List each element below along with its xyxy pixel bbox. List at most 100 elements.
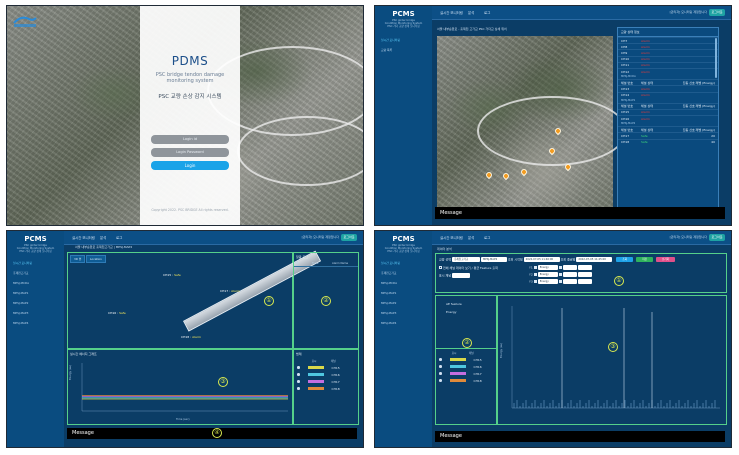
- sidebar: PCMS PSC girder bridge Condition Monitor…: [375, 6, 432, 225]
- nav-analysis[interactable]: 분석: [468, 235, 474, 240]
- bridge-select[interactable]: 홍제천고가교: [451, 257, 480, 262]
- login-id-input[interactable]: Login id: [151, 135, 229, 144]
- column-header: ID: [296, 262, 299, 265]
- channel-row[interactable]: CH18 Safe 40: [618, 138, 718, 145]
- legend-item[interactable]: CH16: [436, 363, 496, 370]
- checkbox[interactable]: [533, 279, 537, 283]
- nav-realtime[interactable]: 실시간 모니터링: [440, 235, 463, 240]
- 3d-view-region[interactable]: 3D 뷰 Location CH15 : Safe CH17 : Alarm C…: [67, 250, 322, 349]
- sidebar-item-bridge[interactable]: 홍제천고가교: [7, 268, 64, 278]
- bridge-tab-strip[interactable]: 서울 내부순환로 홍제천고가교 | MPSJ-MAP2: [75, 245, 132, 249]
- sidebar-item-station[interactable]: MPSJ-MCDA: [7, 278, 64, 288]
- energy-line-chart[interactable]: [76, 359, 290, 421]
- sensor-pin-icon[interactable]: [519, 167, 529, 177]
- checkbox[interactable]: [558, 272, 562, 276]
- sidebar-item-station[interactable]: MPSJ-MCDA: [375, 278, 432, 288]
- sidebar-item-bridges[interactable]: 교량 목록: [375, 45, 432, 55]
- sensor-pin-icon[interactable]: [501, 171, 511, 181]
- login-password-input[interactable]: Login Password: [151, 148, 229, 157]
- legend-radio[interactable]: [439, 365, 442, 368]
- checkbox[interactable]: [533, 272, 537, 276]
- tab-location[interactable]: Location: [86, 255, 106, 263]
- action-button[interactable]: 저장: [636, 257, 653, 262]
- scrollbar[interactable]: [715, 38, 717, 78]
- param-select[interactable]: Energy: [537, 272, 558, 277]
- legend-item[interactable]: CH17: [294, 378, 358, 385]
- legend-radio[interactable]: [439, 379, 442, 382]
- channel-label-ch17: CH17 : Alarm: [220, 289, 240, 293]
- param-max-input[interactable]: [577, 265, 592, 270]
- channel-row[interactable]: CH17 Safe 20: [618, 132, 718, 138]
- nav-analysis[interactable]: 분석: [468, 10, 474, 15]
- brand-name: PCMS: [392, 235, 415, 243]
- logout-button[interactable]: 로그아웃: [709, 234, 725, 241]
- nav-analysis[interactable]: 분석: [100, 235, 106, 240]
- x-axis-label: Time (sec): [176, 418, 190, 421]
- legend-radio[interactable]: [297, 387, 300, 390]
- sidebar-item-realtime[interactable]: 실시간 모니터링: [7, 258, 64, 268]
- checkbox[interactable]: [533, 265, 537, 269]
- sidebar-item-realtime[interactable]: 실시간 모니터링: [375, 35, 432, 45]
- param-min-input[interactable]: [562, 265, 577, 270]
- param-select[interactable]: Energy: [537, 265, 558, 270]
- checkbox[interactable]: [558, 265, 562, 269]
- analysis-energy-chart[interactable]: [502, 300, 724, 422]
- sidebar-item-station[interactable]: MPSJ-MAP2: [375, 298, 432, 308]
- login-button[interactable]: Login: [151, 161, 229, 170]
- tab-3d-view[interactable]: 3D 뷰: [70, 255, 86, 263]
- sidebar-item-realtime[interactable]: 실시간 모니터링: [375, 258, 432, 268]
- legend-swatch: [449, 365, 466, 368]
- action-button[interactable]: 조회: [616, 257, 634, 262]
- param-min-input[interactable]: [562, 272, 577, 277]
- action-button[interactable]: 초기화: [655, 257, 676, 262]
- sidebar-item-station[interactable]: MPSJ-MAP4: [7, 318, 64, 328]
- sidebar-item-station[interactable]: MPSJ-MAP3: [7, 308, 64, 318]
- end-date-input[interactable]: 2022-07-05 11:45:00: [576, 257, 613, 262]
- legend-item[interactable]: CH18: [436, 377, 496, 384]
- logout-button[interactable]: 로그아웃: [341, 234, 357, 241]
- checkbox[interactable]: [439, 266, 442, 269]
- sidebar-item-station[interactable]: MPSJ-MAP2: [7, 298, 64, 308]
- param-max-input[interactable]: [577, 272, 592, 277]
- sidebar-item-station[interactable]: MPSJ-MAP3: [375, 308, 432, 318]
- sidebar-item-bridge[interactable]: 홍제천고가교: [375, 268, 432, 278]
- column-header: 표시: [451, 352, 457, 355]
- param-min-input[interactable]: [562, 279, 577, 284]
- alarm-log-columns: ID Time Alarm Name: [294, 261, 358, 267]
- sensor-pin-icon[interactable]: [484, 170, 494, 180]
- nav-log[interactable]: 로그: [116, 235, 122, 240]
- map-view[interactable]: [437, 36, 627, 214]
- sidebar-item-station[interactable]: MPSJ-MAP1: [375, 288, 432, 298]
- legend-item[interactable]: CH16: [294, 371, 358, 378]
- channel-rows: CH7 Alarm CH8 Alarm CH9 Alarm CH10 Alarm CH11 Ala…: [618, 37, 718, 145]
- start-date-input[interactable]: 2022-07-05 11:40:00: [523, 257, 560, 262]
- legend-item[interactable]: CH15: [436, 356, 496, 363]
- nav-realtime[interactable]: 실시간 모니터링: [72, 235, 95, 240]
- param-max-input[interactable]: [577, 279, 592, 284]
- copyright-text: Copyright 2022. PSC BRIDGE All rights re…: [151, 208, 229, 212]
- nav-log[interactable]: 로그: [484, 235, 490, 240]
- legend-radio[interactable]: [439, 372, 442, 375]
- sidebar-item-station[interactable]: MPSJ-MAP4: [375, 318, 432, 328]
- nav-realtime[interactable]: 실시간 모니터링: [440, 10, 463, 15]
- channel-select[interactable]: [451, 273, 470, 278]
- legend-radio[interactable]: [297, 380, 300, 383]
- station-select[interactable]: MPSJ-MAP2: [480, 257, 507, 262]
- param-select[interactable]: Energy: [537, 279, 558, 284]
- legend-item[interactable]: CH17: [436, 370, 496, 377]
- legend-radio[interactable]: [297, 366, 300, 369]
- legend-item[interactable]: CH15: [294, 364, 358, 371]
- brand-name: PCMS: [392, 10, 415, 18]
- legend-radio[interactable]: [439, 358, 442, 361]
- channel-value: 40: [711, 140, 715, 145]
- logout-button[interactable]: 로그아웃: [709, 9, 725, 16]
- checkbox[interactable]: [558, 279, 562, 283]
- channel-status: Alarm: [641, 44, 650, 49]
- sidebar-item-station[interactable]: MPSJ-MAP1: [7, 288, 64, 298]
- legend-radio[interactable]: [297, 373, 300, 376]
- nav-log[interactable]: 로그: [484, 10, 490, 15]
- feature-item[interactable]: Energy: [436, 308, 496, 316]
- channel-label-ch16: CH16 : Safe: [108, 311, 126, 315]
- channel-name: CH16: [621, 116, 630, 121]
- legend-item[interactable]: CH18: [294, 385, 358, 392]
